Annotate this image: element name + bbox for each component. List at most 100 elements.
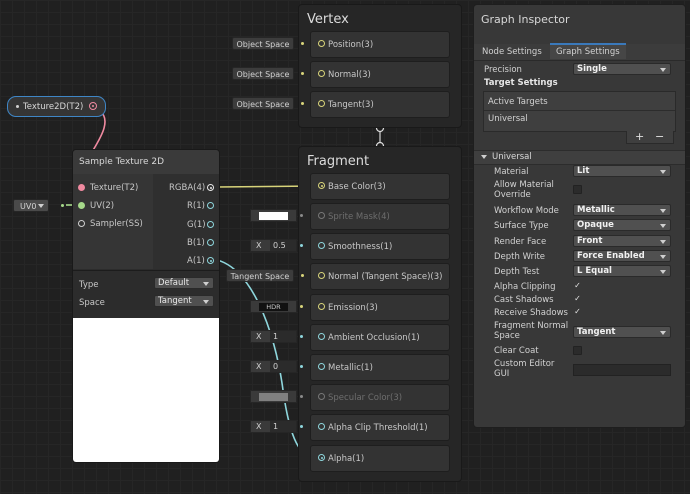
sample-texture-2d-node[interactable]: Sample Texture 2D Texture(T2) UV(2) Samp… (72, 149, 220, 463)
fragment-alphaclip-block[interactable]: Alpha Clip Threshold(1) (310, 414, 450, 441)
type-value: Default (158, 278, 190, 288)
fragment-normal-block[interactable]: Normal (Tangent Space)(3) (310, 263, 450, 290)
precision-dropdown[interactable]: Single (573, 63, 671, 75)
emission-label: Emission(3) (328, 303, 378, 313)
uv-channel-dropdown[interactable]: UV0 (13, 199, 49, 212)
emission-color-input[interactable]: HDR (250, 300, 297, 313)
add-target-button[interactable]: + (635, 130, 644, 143)
alpha-clipping-checkbox[interactable]: ✓ (573, 282, 582, 291)
space-dropdown[interactable]: Tangent (154, 295, 214, 307)
texture2d-property-node[interactable]: Texture2D(T2) (7, 96, 106, 117)
port-g-label: G(1) (187, 220, 206, 230)
fragment-spritemask-block[interactable]: Sprite Mask(4) (310, 203, 450, 230)
material-dropdown[interactable]: Lit (573, 165, 671, 177)
allow-material-override-checkbox[interactable] (573, 185, 582, 194)
spritemask-color-input[interactable] (250, 209, 297, 222)
port-texture-in[interactable] (78, 184, 85, 191)
position-port[interactable] (318, 40, 325, 47)
ao-value-input[interactable]: X 1 (250, 330, 297, 343)
custom-editor-gui-input[interactable] (573, 364, 671, 376)
fragment-alpha-block[interactable]: Alpha(1) (310, 445, 450, 472)
chevron-down-icon (660, 209, 666, 213)
graph-inspector-panel[interactable]: Graph Inspector Node Settings Graph Sett… (473, 4, 686, 428)
clear-coat-checkbox[interactable] (573, 346, 582, 355)
smoothness-value-input[interactable]: X 0.5 (250, 239, 297, 252)
space-label: Space (79, 298, 105, 308)
receive-shadows-label: Receive Shadows (494, 308, 568, 318)
render-face-label: Render Face (494, 237, 547, 247)
receive-shadows-checkbox[interactable]: ✓ (573, 308, 582, 317)
spritemask-port[interactable] (318, 212, 325, 219)
fragment-emission-block[interactable]: Emission(3) (310, 294, 450, 321)
foldout-arrow-icon (481, 155, 487, 159)
alpha-port[interactable] (318, 454, 325, 461)
alphaclip-input-dot (300, 425, 303, 428)
basecolor-label: Base Color(3) (328, 182, 386, 192)
smoothness-input-dot (300, 244, 303, 247)
color-swatch-gray (259, 393, 288, 401)
alphaclip-value-input[interactable]: X 1 (250, 420, 297, 433)
port-sampler-in[interactable] (78, 220, 85, 227)
metallic-port[interactable] (318, 363, 325, 370)
surface-type-label: Surface Type (494, 221, 549, 231)
fragment-normal-label: Normal (Tangent Space)(3) (328, 272, 443, 282)
chevron-down-icon (660, 240, 666, 244)
cast-shadows-checkbox[interactable]: ✓ (573, 295, 582, 304)
specular-port[interactable] (318, 393, 325, 400)
port-a-out[interactable] (207, 257, 214, 264)
smoothness-label: Smoothness(1) (328, 242, 393, 252)
normal-space-input[interactable]: Object Space (232, 67, 294, 80)
metallic-value-input[interactable]: X 0 (250, 360, 297, 373)
port-g-out[interactable] (207, 221, 214, 228)
uv-value: UV0 (20, 202, 37, 211)
render-face-dropdown[interactable]: Front (573, 235, 671, 247)
surface-type-dropdown[interactable]: Opaque (573, 219, 671, 231)
emission-port[interactable] (318, 303, 325, 310)
port-rgba-out[interactable] (207, 184, 214, 191)
tab-node-settings[interactable]: Node Settings (476, 45, 548, 59)
fragment-normal-space-dropdown[interactable]: Tangent (573, 326, 671, 338)
fragment-specular-block[interactable]: Specular Color(3) (310, 384, 450, 411)
texture-preview (73, 318, 219, 462)
universal-section-header[interactable]: Universal (474, 150, 685, 165)
position-space-input[interactable]: Object Space (232, 37, 294, 50)
fragment-metallic-block[interactable]: Metallic(1) (310, 354, 450, 381)
smoothness-value: 0.5 (270, 240, 296, 251)
remove-target-button[interactable]: − (655, 130, 664, 143)
tab-graph-settings[interactable]: Graph Settings (550, 43, 626, 59)
fragment-normal-port[interactable] (318, 272, 325, 279)
vertex-position-block[interactable]: Position(3) (310, 31, 450, 58)
vertex-normal-block[interactable]: Normal(3) (310, 61, 450, 88)
normal-port[interactable] (318, 70, 325, 77)
port-uv-in[interactable] (78, 202, 85, 209)
basecolor-port[interactable] (318, 182, 325, 189)
tangent-port[interactable] (318, 100, 325, 107)
ao-port[interactable] (318, 333, 325, 340)
fragment-smoothness-block[interactable]: Smoothness(1) (310, 233, 450, 260)
cast-shadows-label: Cast Shadows (494, 295, 554, 305)
clear-coat-label: Clear Coat (494, 346, 539, 356)
tangent-space-input[interactable]: Object Space (232, 97, 294, 110)
chevron-down-icon (203, 282, 209, 286)
specular-color-input[interactable] (250, 390, 297, 403)
ao-input-dot (300, 335, 303, 338)
port-b-label: B(1) (187, 238, 205, 248)
smoothness-port[interactable] (318, 242, 325, 249)
target-settings-heading: Target Settings (484, 78, 558, 88)
normal-space-fragment-value: Tangent Space (230, 272, 290, 281)
fragment-basecolor-block[interactable]: Base Color(3) (310, 173, 450, 200)
type-dropdown[interactable]: Default (154, 277, 214, 289)
normal-space-fragment-input[interactable]: Tangent Space (226, 269, 294, 282)
port-b-out[interactable] (207, 239, 214, 246)
port-rgba-label: RGBA(4) (169, 183, 206, 193)
texture2d-output-port[interactable] (89, 102, 97, 110)
depth-test-dropdown[interactable]: L Equal (573, 265, 671, 277)
alphaclip-port[interactable] (318, 423, 325, 430)
port-sampler-label: Sampler(SS) (90, 219, 143, 229)
vertex-tangent-block[interactable]: Tangent(3) (310, 91, 450, 118)
fragment-ao-block[interactable]: Ambient Occlusion(1) (310, 324, 450, 351)
depth-write-dropdown[interactable]: Force Enabled (573, 250, 671, 262)
workflow-mode-dropdown[interactable]: Metallic (573, 204, 671, 216)
target-item-universal[interactable]: Universal (488, 114, 528, 124)
port-r-out[interactable] (207, 202, 214, 209)
